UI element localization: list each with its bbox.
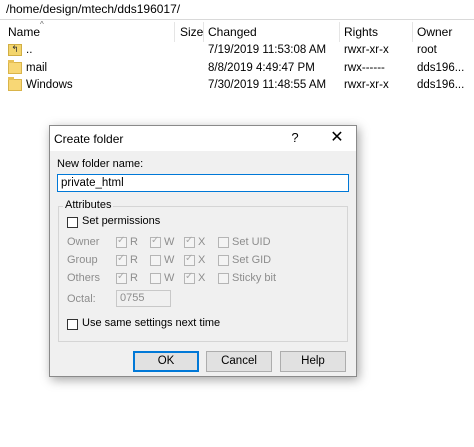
- column-header-changed[interactable]: Changed: [204, 22, 339, 42]
- execute-label: X: [198, 272, 206, 284]
- same-settings-label: Use same settings next time: [82, 317, 221, 329]
- file-owner: dds196...: [417, 79, 465, 91]
- group-read-checkbox[interactable]: ✓: [116, 253, 127, 266]
- file-rights: rwxr-xr-x: [344, 44, 389, 56]
- same-settings-checkbox[interactable]: [67, 319, 78, 330]
- checkmark-icon: ✓: [117, 271, 126, 282]
- group-write-checkbox[interactable]: [150, 255, 161, 266]
- group-execute-checkbox[interactable]: ✓: [184, 253, 195, 266]
- set-gid-checkbox[interactable]: [218, 255, 229, 266]
- attributes-label: Attributes: [63, 199, 114, 211]
- checkmark-icon: ✓: [185, 235, 194, 246]
- dialog-title-bar[interactable]: Create folder ? ✕: [50, 126, 356, 151]
- octal-label: Octal:: [67, 293, 96, 305]
- read-label: R: [130, 236, 138, 248]
- read-label: R: [130, 254, 138, 266]
- file-changed: 7/30/2019 11:48:55 AM: [208, 79, 327, 91]
- folder-name-label: New folder name:: [57, 158, 144, 170]
- owner-write-checkbox[interactable]: ✓: [150, 235, 161, 248]
- write-label: W: [164, 272, 175, 284]
- cancel-button[interactable]: Cancel: [206, 351, 272, 372]
- help-question-icon[interactable]: ?: [285, 130, 305, 145]
- file-name: ..: [26, 44, 33, 56]
- file-name: mail: [26, 62, 48, 74]
- file-row[interactable]: mail 8/8/2019 4:49:47 PM rwx------ dds19…: [0, 60, 474, 77]
- owner-label: Owner: [67, 236, 100, 248]
- set-uid-label: Set UID: [232, 236, 271, 248]
- write-label: W: [164, 236, 175, 248]
- write-label: W: [164, 254, 175, 266]
- folder-name-input[interactable]: [57, 174, 349, 192]
- owner-read-checkbox[interactable]: ✓: [116, 235, 127, 248]
- checkmark-icon: ✓: [151, 235, 160, 246]
- file-changed: 8/8/2019 4:49:47 PM: [208, 62, 315, 74]
- execute-label: X: [198, 254, 206, 266]
- file-rights: rwx------: [344, 62, 385, 74]
- close-icon[interactable]: ✕: [325, 128, 349, 148]
- ok-button[interactable]: OK: [133, 351, 199, 372]
- folder-icon: [8, 77, 22, 91]
- set-permissions-label: Set permissions: [82, 215, 161, 227]
- create-folder-dialog: Create folder ? ✕ New folder name: Attri…: [49, 125, 357, 377]
- others-label: Others: [67, 272, 101, 284]
- file-row[interactable]: ↰ .. 7/19/2019 11:53:08 AM rwxr-xr-x roo…: [0, 42, 474, 59]
- file-list-header: Name ^ Size Changed Rights Owner: [0, 20, 474, 42]
- read-label: R: [130, 272, 138, 284]
- file-name: Windows: [26, 79, 73, 91]
- column-header-name[interactable]: Name: [4, 22, 174, 42]
- column-header-size[interactable]: Size: [176, 22, 203, 42]
- folder-icon: [8, 60, 22, 74]
- file-changed: 7/19/2019 11:53:08 AM: [208, 44, 327, 56]
- set-gid-label: Set GID: [232, 254, 272, 266]
- sticky-bit-checkbox[interactable]: [218, 273, 229, 284]
- path-bar[interactable]: /home/design/mtech/dds196017/: [0, 0, 474, 20]
- checkmark-icon: ✓: [117, 235, 126, 246]
- file-rights: rwxr-xr-x: [344, 79, 389, 91]
- others-read-checkbox[interactable]: ✓: [116, 271, 127, 284]
- help-button[interactable]: Help: [280, 351, 346, 372]
- dialog-title: Create folder: [54, 132, 124, 146]
- checkmark-icon: ✓: [185, 253, 194, 264]
- parent-folder-icon: ↰: [8, 44, 22, 56]
- others-write-checkbox[interactable]: [150, 273, 161, 284]
- sticky-bit-label: Sticky bit: [232, 272, 277, 284]
- column-separator[interactable]: [174, 22, 175, 42]
- set-uid-checkbox[interactable]: [218, 237, 229, 248]
- file-row[interactable]: Windows 7/30/2019 11:48:55 AM rwxr-xr-x …: [0, 77, 474, 94]
- sort-ascending-icon: ^: [40, 20, 44, 29]
- execute-label: X: [198, 236, 206, 248]
- file-owner: dds196...: [417, 62, 465, 74]
- set-permissions-checkbox[interactable]: [67, 217, 78, 228]
- group-label: Group: [67, 254, 98, 266]
- others-execute-checkbox[interactable]: ✓: [184, 271, 195, 284]
- checkmark-icon: ✓: [185, 271, 194, 282]
- column-header-rights[interactable]: Rights: [340, 22, 412, 42]
- owner-execute-checkbox[interactable]: ✓: [184, 235, 195, 248]
- column-header-owner[interactable]: Owner: [413, 22, 474, 42]
- octal-input[interactable]: 0755: [116, 290, 171, 307]
- checkmark-icon: ✓: [117, 253, 126, 264]
- file-owner: root: [417, 44, 437, 56]
